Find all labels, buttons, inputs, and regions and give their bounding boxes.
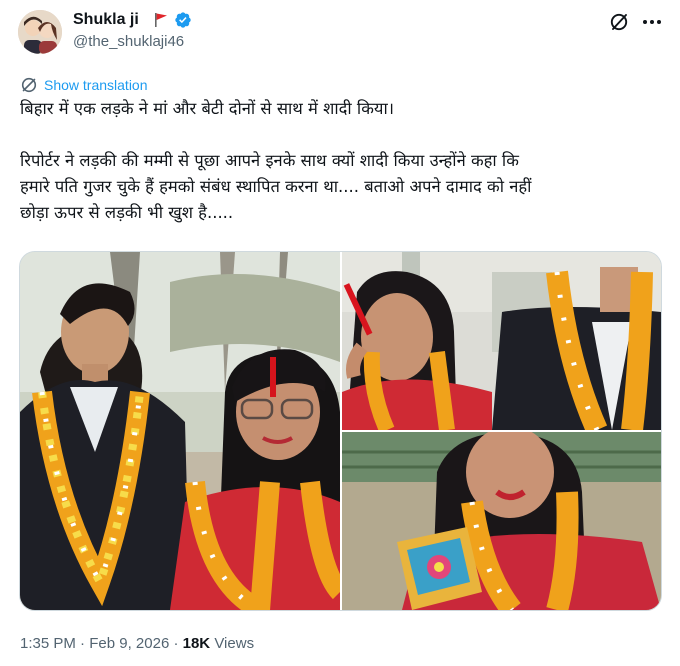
show-translation-link[interactable]: Show translation xyxy=(20,75,148,95)
photo-3[interactable] xyxy=(342,432,661,610)
tweet-date[interactable]: Feb 9, 2026 xyxy=(89,635,169,652)
grok-icon[interactable] xyxy=(609,12,629,32)
photo-2[interactable] xyxy=(342,252,661,430)
user-handle[interactable]: @the_shuklaji46 xyxy=(73,32,184,52)
media-grid xyxy=(19,251,662,611)
meta-separator: · xyxy=(80,635,86,652)
globe-icon xyxy=(21,77,37,93)
display-name[interactable]: Shukla ji xyxy=(73,10,139,30)
photo-1[interactable] xyxy=(20,252,340,610)
tweet-paragraph-2: रिपोर्टर ने लड़की की मम्मी से पूछा आपने … xyxy=(20,151,532,222)
avatar[interactable] xyxy=(18,10,62,54)
meta-separator-2: · xyxy=(173,635,179,652)
tweet-line-1: बिहार में एक लड़के ने मां और बेटी दोनों … xyxy=(20,99,394,118)
tweet-post: Shukla ji @the_shuklaji46 Show translati… xyxy=(0,0,680,666)
verified-badge-icon[interactable] xyxy=(174,11,192,29)
red-flag-icon xyxy=(155,13,167,27)
more-icon[interactable] xyxy=(640,12,664,32)
views-count[interactable]: 18K xyxy=(183,635,211,652)
tweet-text: बिहार में एक लड़के ने मां और बेटी दोनों … xyxy=(20,96,660,226)
tweet-time[interactable]: 1:35 PM xyxy=(20,635,76,652)
views-label: Views xyxy=(214,635,255,652)
show-translation-label[interactable]: Show translation xyxy=(44,77,148,93)
tweet-meta: 1:35 PM · Feb 9, 2026 · 18K Views xyxy=(20,634,254,654)
